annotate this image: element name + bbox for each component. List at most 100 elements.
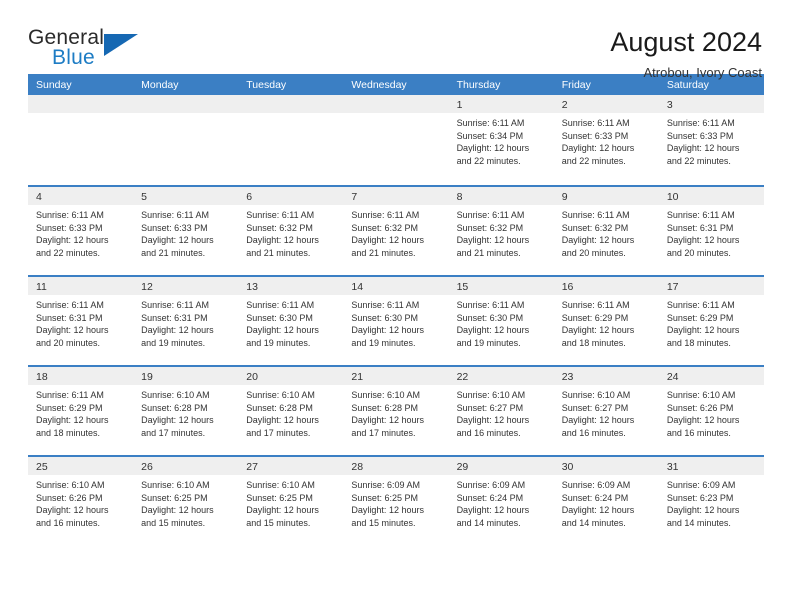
calendar-day-cell[interactable]: 9 Sunrise: 6:11 AM Sunset: 6:32 PM Daylight…	[553, 187, 659, 275]
sunrise-time: Sunrise: 6:09 AM	[561, 480, 631, 490]
calendar-day-cell[interactable]: 5 Sunrise: 6:11 AM Sunset: 6:33 PM Daylight…	[133, 187, 239, 275]
calendar-day-cell[interactable]: 30 Sunrise: 6:09 AM Sunset: 6:24 PM Dayligh…	[553, 457, 659, 545]
day-details: Sunrise: 6:11 AM Sunset: 6:33 PM Daylight:…	[659, 113, 764, 167]
sunset-time: Sunset: 6:32 PM	[351, 222, 418, 233]
daylight-duration-line2: and 17 minutes.	[351, 427, 416, 438]
sunrise-time: Sunrise: 6:11 AM	[246, 300, 315, 310]
day-number: 17	[658, 277, 764, 295]
day-details: Sunrise: 6:11 AM Sunset: 6:32 PM Daylight:…	[238, 205, 343, 259]
daylight-duration-line2: and 14 minutes.	[666, 517, 731, 528]
calendar-day-cell[interactable]: 20 Sunrise: 6:10 AM Sunset: 6:28 PM Dayligh…	[238, 367, 344, 455]
daylight-duration-line1: Daylight: 12 hours	[141, 415, 214, 426]
calendar-day-cell[interactable]: 15 Sunrise: 6:11 AM Sunset: 6:30 PM Dayligh…	[448, 277, 554, 365]
calendar-day-cell[interactable]: 3 Sunrise: 6:11 AM Sunset: 6:33 PM Daylight…	[658, 95, 764, 185]
daylight-duration-line1: Daylight: 12 hours	[561, 235, 635, 246]
calendar-day-cell[interactable]: 16 Sunrise: 6:11 AM Sunset: 6:29 PM Dayligh…	[553, 277, 659, 365]
day-details: Sunrise: 6:11 AM Sunset: 6:32 PM Daylight:…	[343, 205, 448, 259]
day-number: 13	[238, 277, 344, 295]
sunrise-time: Sunrise: 6:09 AM	[456, 480, 526, 490]
calendar-day-cell[interactable]: 31 Sunrise: 6:09 AM Sunset: 6:23 PM Dayligh…	[658, 457, 764, 545]
daylight-duration-line1: Daylight: 12 hours	[36, 415, 109, 426]
calendar-day-cell[interactable]: 13 Sunrise: 6:11 AM Sunset: 6:30 PM Dayligh…	[238, 277, 344, 365]
sunset-time: Sunset: 6:28 PM	[141, 402, 208, 413]
calendar-day-cell[interactable]: 29 Sunrise: 6:09 AM Sunset: 6:24 PM Dayligh…	[448, 457, 554, 545]
daylight-duration-line1: Daylight: 12 hours	[246, 235, 319, 246]
daylight-duration-line1: Daylight: 12 hours	[666, 143, 740, 154]
calendar-day-cell[interactable]: 7 Sunrise: 6:11 AM Sunset: 6:32 PM Daylight…	[343, 187, 449, 275]
sunrise-time: Sunrise: 6:10 AM	[351, 390, 420, 400]
daylight-duration-line2: and 16 minutes.	[36, 517, 101, 528]
calendar-day-cell[interactable]: 17 Sunrise: 6:11 AM Sunset: 6:29 PM Dayligh…	[658, 277, 764, 365]
day-details: Sunrise: 6:09 AM Sunset: 6:23 PM Daylight:…	[659, 475, 764, 529]
calendar-day-cell[interactable]: 1 Sunrise: 6:11 AM Sunset: 6:34 PM Daylight…	[448, 95, 554, 185]
calendar-day-cell[interactable]: 28 Sunrise: 6:09 AM Sunset: 6:25 PM Dayligh…	[343, 457, 449, 545]
calendar-day-cell[interactable]: 10 Sunrise: 6:11 AM Sunset: 6:31 PM Dayligh…	[658, 187, 764, 275]
calendar-day-cell[interactable]: 25 Sunrise: 6:10 AM Sunset: 6:26 PM Dayligh…	[28, 457, 134, 545]
sunset-time: Sunset: 6:24 PM	[456, 492, 524, 503]
calendar-week-row: 4 Sunrise: 6:11 AM Sunset: 6:33 PM Daylight…	[28, 185, 764, 275]
daylight-duration-line1: Daylight: 12 hours	[561, 325, 635, 336]
daylight-duration-line1: Daylight: 12 hours	[351, 325, 424, 336]
sunrise-time: Sunrise: 6:11 AM	[456, 300, 525, 310]
brand-logo[interactable]: General Blue	[28, 26, 144, 69]
daylight-duration-line1: Daylight: 12 hours	[36, 505, 109, 516]
sunset-time: Sunset: 6:31 PM	[666, 222, 734, 233]
day-details	[343, 113, 448, 117]
calendar-day-cell[interactable]: 12 Sunrise: 6:11 AM Sunset: 6:31 PM Dayligh…	[133, 277, 239, 365]
calendar-grid: Sunday Monday Tuesday Wednesday Thursday Frid…	[28, 74, 764, 545]
sunrise-time: Sunrise: 6:11 AM	[36, 300, 104, 310]
calendar-day-cell[interactable]: 24 Sunrise: 6:10 AM Sunset: 6:26 PM Dayligh…	[658, 367, 764, 455]
calendar-day-cell[interactable]: 14 Sunrise: 6:11 AM Sunset: 6:30 PM Dayligh…	[343, 277, 449, 365]
calendar-day-cell[interactable]: 11 Sunrise: 6:11 AM Sunset: 6:31 PM Dayligh…	[28, 277, 134, 365]
calendar-day-cell[interactable]: 23 Sunrise: 6:10 AM Sunset: 6:27 PM Dayligh…	[553, 367, 659, 455]
daylight-duration-line2: and 21 minutes.	[351, 247, 416, 258]
daylight-duration-line2: and 20 minutes.	[36, 337, 101, 348]
calendar-day-cell[interactable]: 22 Sunrise: 6:10 AM Sunset: 6:27 PM Dayligh…	[448, 367, 554, 455]
calendar-day-cell[interactable]: 27 Sunrise: 6:10 AM Sunset: 6:25 PM Dayligh…	[238, 457, 344, 545]
daylight-duration-line1: Daylight: 12 hours	[351, 415, 424, 426]
daylight-duration-line2: and 21 minutes.	[456, 247, 521, 258]
calendar-day-cell-empty	[343, 95, 449, 185]
calendar-day-cell[interactable]: 18 Sunrise: 6:11 AM Sunset: 6:29 PM Dayligh…	[28, 367, 134, 455]
day-number: 14	[343, 277, 449, 295]
sunrise-time: Sunrise: 6:11 AM	[666, 118, 735, 128]
daylight-duration-line2: and 21 minutes.	[246, 247, 311, 258]
sunrise-time: Sunrise: 6:11 AM	[351, 300, 420, 310]
daylight-duration-line2: and 19 minutes.	[246, 337, 311, 348]
day-number: 30	[553, 457, 659, 475]
day-number: 8	[448, 187, 554, 205]
day-number: 23	[553, 367, 659, 385]
calendar-day-cell[interactable]: 19 Sunrise: 6:10 AM Sunset: 6:28 PM Dayligh…	[133, 367, 239, 455]
day-details	[28, 113, 133, 117]
sunset-time: Sunset: 6:27 PM	[561, 402, 629, 413]
calendar-day-cell[interactable]: 8 Sunrise: 6:11 AM Sunset: 6:32 PM Daylight…	[448, 187, 554, 275]
daylight-duration-line2: and 16 minutes.	[666, 427, 731, 438]
day-details: Sunrise: 6:11 AM Sunset: 6:33 PM Daylight:…	[554, 113, 659, 167]
sunrise-time: Sunrise: 6:09 AM	[666, 480, 736, 490]
day-number: 20	[238, 367, 344, 385]
calendar-day-cell[interactable]: 6 Sunrise: 6:11 AM Sunset: 6:32 PM Daylight…	[238, 187, 344, 275]
sunrise-time: Sunrise: 6:10 AM	[141, 390, 210, 400]
sunrise-time: Sunrise: 6:10 AM	[561, 390, 631, 400]
day-number: 5	[133, 187, 239, 205]
sunset-time: Sunset: 6:28 PM	[246, 402, 313, 413]
daylight-duration-line1: Daylight: 12 hours	[456, 415, 530, 426]
page-title: August 2024	[610, 27, 762, 57]
calendar-week-row: 11 Sunrise: 6:11 AM Sunset: 6:31 PM Dayligh…	[28, 275, 764, 365]
daylight-duration-line1: Daylight: 12 hours	[141, 505, 214, 516]
calendar-day-cell[interactable]: 4 Sunrise: 6:11 AM Sunset: 6:33 PM Daylight…	[28, 187, 134, 275]
calendar-week-row: 25 Sunrise: 6:10 AM Sunset: 6:26 PM Dayligh…	[28, 455, 764, 545]
sunrise-time: Sunrise: 6:11 AM	[141, 300, 210, 310]
calendar-day-cell[interactable]: 2 Sunrise: 6:11 AM Sunset: 6:33 PM Daylight…	[553, 95, 659, 185]
sunset-time: Sunset: 6:32 PM	[246, 222, 313, 233]
day-details: Sunrise: 6:10 AM Sunset: 6:28 PM Daylight:…	[133, 385, 238, 439]
calendar-day-cell[interactable]: 21 Sunrise: 6:10 AM Sunset: 6:28 PM Dayligh…	[343, 367, 449, 455]
daylight-duration-line2: and 18 minutes.	[36, 427, 101, 438]
sunrise-time: Sunrise: 6:11 AM	[246, 210, 315, 220]
daylight-duration-line2: and 16 minutes.	[456, 427, 521, 438]
calendar-day-cell[interactable]: 26 Sunrise: 6:10 AM Sunset: 6:25 PM Dayligh…	[133, 457, 239, 545]
daylight-duration-line1: Daylight: 12 hours	[561, 415, 635, 426]
daylight-duration-line2: and 22 minutes.	[666, 155, 731, 166]
weekday-header-saturday: Saturday	[666, 79, 709, 91]
daylight-duration-line1: Daylight: 12 hours	[456, 505, 530, 516]
